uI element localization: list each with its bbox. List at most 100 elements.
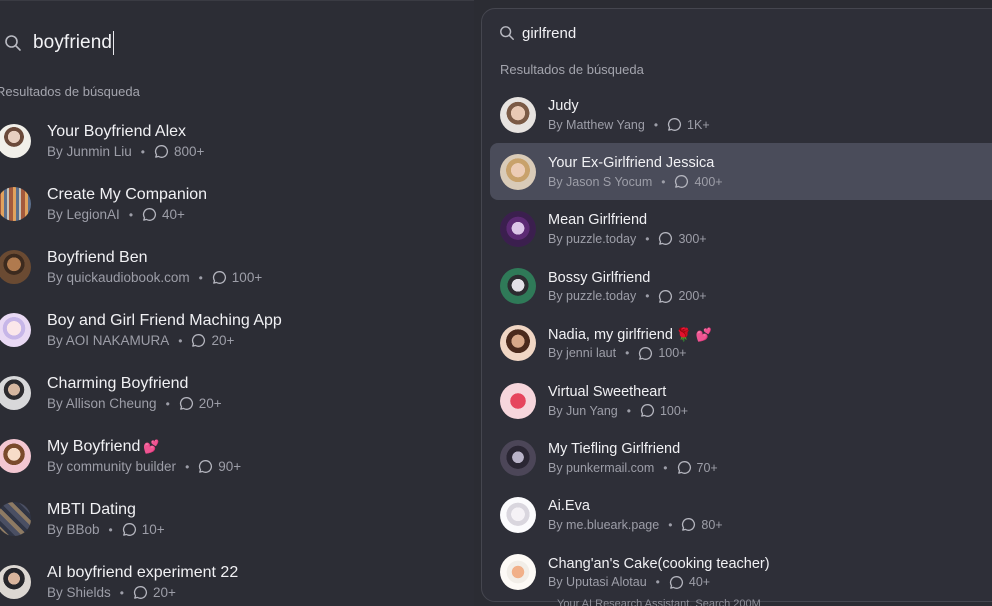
result-item[interactable]: Your Boyfriend Alex By Junmin Liu • 800+ — [0, 109, 474, 172]
result-meta: Virtual Sweetheart By Jun Yang • 100+ — [548, 383, 688, 418]
result-item[interactable]: AI boyfriend experiment 22 By Shields • 20+ — [0, 550, 474, 606]
result-meta: Boyfriend Ben By quickaudiobook.com • 100+ — [47, 248, 262, 285]
result-item[interactable]: My Boyfriend 💕 By community builder • 90+ — [0, 424, 474, 487]
result-title-text: My Tiefling Girlfriend — [548, 441, 681, 458]
result-title-text: MBTI Dating — [47, 501, 136, 518]
result-subline: By Uputasi Alotau • 40+ — [548, 575, 770, 590]
result-title: My Boyfriend 💕 — [47, 437, 241, 457]
chat-bubble-icon — [640, 403, 655, 418]
avatar — [0, 438, 31, 473]
result-subline: By puzzle.today • 200+ — [548, 289, 707, 304]
left-search-panel: boyfriend Resultados de búsqueda Your Bo… — [0, 0, 474, 606]
result-item[interactable]: Mean Girlfriend By puzzle.today • 300+ — [490, 200, 992, 257]
chat-bubble-icon — [677, 460, 692, 475]
result-item[interactable]: Bossy Girlfriend By puzzle.today • 200+ — [490, 258, 992, 315]
separator-dot: • — [165, 396, 170, 411]
conversation-count: 300+ — [678, 231, 707, 246]
chat-bubble-icon — [142, 207, 157, 222]
conversation-count: 400+ — [694, 174, 723, 189]
result-subline: By punkermail.com • 70+ — [548, 460, 718, 475]
result-item[interactable]: Nadia, my girlfriend 🌹 💕 By jenni laut • 100… — [490, 315, 992, 372]
avatar — [500, 496, 536, 533]
separator-dot: • — [653, 117, 659, 132]
separator-dot: • — [119, 585, 124, 600]
conversation-count: 100+ — [659, 403, 689, 418]
result-meta: MBTI Dating By BBob • 10+ — [47, 500, 165, 537]
chat-bubble-icon — [179, 396, 194, 411]
result-subline: By BBob • 10+ — [47, 522, 165, 537]
result-meta: Your Ex-Girlfriend Jessica By Jason S Yoc… — [548, 154, 723, 189]
author-label: By quickaudiobook.com — [47, 270, 190, 285]
text-caret — [113, 31, 115, 55]
search-input[interactable]: boyfriend — [33, 32, 112, 54]
search-input[interactable]: girlfrend — [522, 25, 576, 42]
avatar — [500, 382, 536, 419]
result-subline: By me.blueark.page • 80+ — [548, 517, 723, 532]
conversation-count: 10+ — [141, 522, 165, 537]
avatar — [500, 554, 536, 591]
conversation-count: 20+ — [153, 585, 176, 600]
chat-bubble-icon — [154, 144, 169, 159]
result-item[interactable]: MBTI Dating By BBob • 10+ — [0, 487, 474, 550]
avatar — [500, 210, 536, 247]
result-title: AI boyfriend experiment 22 — [47, 563, 238, 583]
separator-dot: • — [625, 346, 630, 361]
result-item[interactable]: Chang'an's Cake(cooking teacher) By Uputa… — [490, 544, 992, 601]
result-item[interactable]: Boyfriend Ben By quickaudiobook.com • 100+ — [0, 235, 474, 298]
separator-dot: • — [645, 289, 650, 304]
result-item[interactable]: Judy By Matthew Yang • 1K+ — [490, 86, 992, 143]
result-item[interactable]: Charming Boyfriend By Allison Cheung • 20+ — [0, 361, 474, 424]
author-label: By puzzle.today — [548, 231, 637, 246]
results-heading: Resultados de búsqueda — [500, 62, 644, 77]
result-title-text: Your Boyfriend Alex — [47, 123, 187, 140]
avatar — [500, 325, 536, 362]
result-item[interactable]: Your Ex-Girlfriend Jessica By Jason S Yoc… — [490, 143, 992, 201]
conversation-count: 70+ — [696, 460, 718, 475]
conversation-count: 90+ — [218, 459, 242, 474]
result-title: Nadia, my girlfriend 🌹 💕 — [548, 326, 712, 344]
author-label: By Shields — [47, 585, 111, 600]
result-title-text: Nadia, my girlfriend — [548, 326, 673, 343]
result-title: Virtual Sweetheart — [548, 383, 688, 401]
author-label: By jenni laut — [548, 346, 617, 361]
result-title-text: My Boyfriend — [47, 438, 141, 455]
emoji-badge: 🌹 💕 — [675, 326, 712, 342]
separator-dot: • — [140, 144, 145, 159]
conversation-count: 80+ — [701, 517, 723, 532]
result-title: Chang'an's Cake(cooking teacher) — [548, 555, 770, 573]
search-bar[interactable]: boyfriend — [4, 27, 115, 59]
result-item[interactable]: Virtual Sweetheart By Jun Yang • 100+ — [490, 372, 992, 429]
result-meta: Ai.Eva By me.blueark.page • 80+ — [548, 497, 723, 532]
results-heading: Resultados de búsqueda — [0, 84, 140, 99]
author-label: By Allison Cheung — [47, 396, 157, 411]
result-title-text: Bossy Girlfriend — [548, 269, 651, 286]
author-label: By AOI NAKAMURA — [47, 333, 170, 348]
chat-bubble-icon — [669, 575, 684, 590]
result-meta: Charming Boyfriend By Allison Cheung • 20+ — [47, 374, 222, 411]
chat-bubble-icon — [122, 522, 137, 537]
avatar — [0, 375, 31, 410]
chat-bubble-icon — [198, 459, 213, 474]
result-item[interactable]: Boy and Girl Friend Maching App By AOI NA… — [0, 298, 474, 361]
result-title: Mean Girlfriend — [548, 211, 707, 229]
author-label: By Jason S Yocum — [548, 174, 653, 189]
author-label: By Matthew Yang — [548, 117, 645, 132]
chat-bubble-icon — [681, 517, 696, 532]
search-icon — [4, 34, 22, 52]
result-meta: AI boyfriend experiment 22 By Shields • 20+ — [47, 563, 238, 600]
author-label: By punkermail.com — [548, 460, 655, 475]
result-item[interactable]: Ai.Eva By me.blueark.page • 80+ — [490, 486, 992, 543]
result-item[interactable]: My Tiefling Girlfriend By punkermail.com •… — [490, 429, 992, 486]
chat-bubble-icon — [638, 346, 653, 361]
result-item[interactable]: Create My Companion By LegionAI • 40+ — [0, 172, 474, 235]
result-subline: By jenni laut • 100+ — [548, 346, 712, 361]
result-meta: Create My Companion By LegionAI • 40+ — [47, 185, 207, 222]
conversation-count: 200+ — [678, 289, 707, 304]
result-meta: Your Boyfriend Alex By Junmin Liu • 800+ — [47, 122, 204, 159]
result-subline: By quickaudiobook.com • 100+ — [47, 270, 262, 285]
result-meta: Mean Girlfriend By puzzle.today • 300+ — [548, 211, 707, 246]
conversation-count: 40+ — [162, 207, 185, 222]
separator-dot: • — [661, 174, 666, 189]
author-label: By Uputasi Alotau — [548, 575, 647, 590]
search-bar[interactable]: girlfrend — [499, 21, 576, 45]
